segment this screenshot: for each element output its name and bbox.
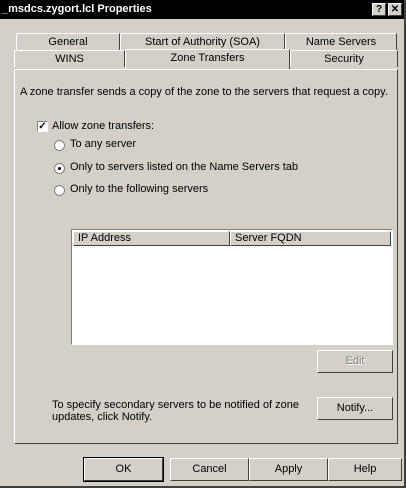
title-bar[interactable]: _msdcs.zygort.lcl Properties ? ✕ [0,0,404,19]
radio-following-servers[interactable] [54,185,65,196]
tab-wins[interactable]: WINS [14,50,125,67]
tab-zone-transfers[interactable]: Zone Transfers [125,49,290,69]
allow-zone-transfers-label[interactable]: Allow zone transfers: [52,120,154,132]
radio-any-server[interactable] [54,140,65,151]
radio-name-servers-label[interactable]: Only to servers listed on the Name Serve… [70,161,298,173]
column-server-fqdn[interactable]: Server FQDN [230,231,391,246]
notify-button[interactable]: Notify... [317,397,393,420]
cancel-button[interactable]: Cancel [170,458,249,481]
radio-selected-dot [58,167,61,170]
notify-instructions-line2: updates, click Notify. [52,411,153,423]
tab-general[interactable]: General [16,33,120,50]
column-ip-address[interactable]: IP Address [73,231,230,246]
apply-button[interactable]: Apply [249,458,328,481]
help-icon[interactable]: ? [372,3,386,16]
help-button[interactable]: Help [328,458,402,481]
tab-start-of-authority[interactable]: Start of Authority (SOA) [120,33,285,50]
tab-security[interactable]: Security [290,50,398,67]
edit-button[interactable]: Edit [317,350,393,373]
zone-transfer-description: A zone transfer sends a copy of the zone… [20,86,388,98]
allow-zone-transfers-checkbox[interactable]: ✓ [37,121,48,132]
radio-name-servers[interactable] [54,163,65,174]
tab-name-servers[interactable]: Name Servers [285,33,397,50]
notify-instructions-line1: To specify secondary servers to be notif… [52,399,300,411]
radio-any-server-label[interactable]: To any server [70,138,136,150]
close-icon[interactable]: ✕ [388,3,402,16]
radio-following-servers-label[interactable]: Only to the following servers [70,183,208,195]
window-title: _msdcs.zygort.lcl Properties [2,3,152,15]
properties-window: _msdcs.zygort.lcl Properties ? ✕ General… [0,0,406,488]
ok-button[interactable]: OK [83,457,164,482]
server-list[interactable]: IP Address Server FQDN [71,229,393,345]
